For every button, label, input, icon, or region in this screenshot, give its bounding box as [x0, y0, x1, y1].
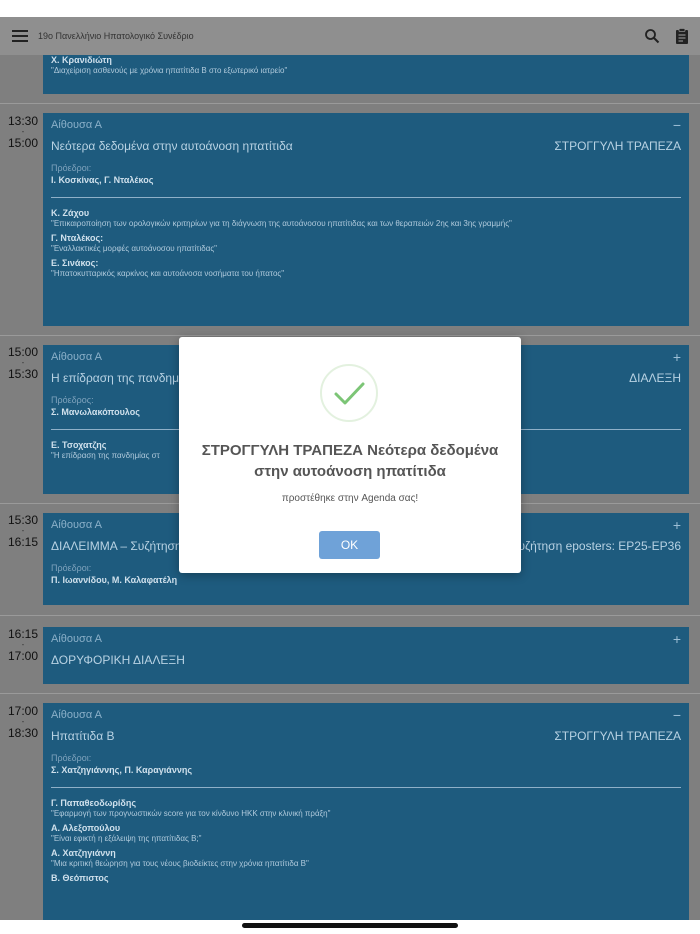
session-type: ΣΤΡΟΓΓΥΛΗ ΤΡΑΠΕΖΑ	[554, 139, 681, 153]
room-label: Αίθουσα Α	[51, 633, 102, 645]
chair-names: Σ. Χατζηγιάννης, Π. Καραγιάννης	[51, 765, 193, 775]
talk-title: "Ηπατοκυτταρικός καρκίνος και αυτοάνοσα …	[51, 269, 285, 278]
divider	[0, 615, 700, 616]
session-type: ΔΙΑΛΕΞΗ	[629, 371, 681, 385]
session-card[interactable]: Αίθουσα Α − Ηπατίτιδα Β ΣΤΡΟΓΓΥΛΗ ΤΡΑΠΕΖΑ…	[43, 703, 689, 920]
talk-title: "Μια κριτική θεώρηση για τους νέους βιοδ…	[51, 859, 309, 868]
speaker-name: Α. Χατζηγιάννη	[51, 848, 116, 858]
app-title: 19ο Πανελλήνιο Ηπατολογικό Συνέδριο	[38, 31, 194, 41]
session-card[interactable]: Αίθουσα Α − Νεότερα δεδομένα στην αυτοάν…	[43, 113, 689, 326]
confirmation-dialog: ΣΤΡΟΓΓΥΛΗ ΤΡΑΠΕΖΑ Νεότερα δεδομένα στην …	[179, 337, 521, 573]
speaker-name: Α. Αλεξοπούλου	[51, 823, 121, 833]
speaker-name: Ε. Σινάκος:	[51, 258, 99, 268]
chair-names: Π. Ιωαννίδου, Μ. Καλαφατέλη	[51, 575, 178, 585]
expand-toggle[interactable]: +	[673, 517, 681, 533]
talk-title: "Επικαιροποίηση των ορολογικών κριτηρίων…	[51, 219, 512, 228]
room-label: Αίθουσα Α	[51, 119, 102, 131]
menu-icon[interactable]	[12, 30, 28, 42]
ok-button[interactable]: OK	[319, 531, 380, 559]
session-card[interactable]: Χ. Κρανιδιώτη "Διαχείριση ασθενούς με χρ…	[43, 55, 689, 94]
session-card[interactable]: Αίθουσα Α + ΔΟΡΥΦΟΡΙΚΗ ΔΙΑΛΕΞΗ	[43, 627, 689, 684]
chair-label: Πρόεδροι:	[51, 163, 92, 173]
session-time: 15:00-15:30	[7, 345, 39, 381]
expand-toggle[interactable]: +	[673, 631, 681, 647]
collapse-toggle[interactable]: −	[673, 117, 681, 133]
chair-label: Πρόεδροι:	[51, 753, 92, 763]
dialog-title: ΣΤΡΟΓΓΥΛΗ ΤΡΑΠΕΖΑ Νεότερα δεδομένα στην …	[201, 442, 499, 480]
room-label: Αίθουσα Α	[51, 709, 102, 721]
session-time: 16:15-17:00	[7, 627, 39, 663]
divider	[0, 693, 700, 694]
expand-toggle[interactable]: +	[673, 349, 681, 365]
speaker-name: Γ. Νταλέκος:	[51, 233, 104, 243]
status-bar	[0, 0, 700, 17]
talk-title: "Διαχείριση ασθενούς με χρόνια ηπατίτιδα…	[51, 66, 288, 75]
talk-title: "Εναλλακτικές μορφές αυτοάνοσου ηπατίτιδ…	[51, 244, 218, 253]
divider	[0, 103, 700, 104]
app-bar: 19ο Πανελλήνιο Ηπατολογικό Συνέδριο	[0, 17, 700, 55]
speaker-name: Χ. Κρανιδιώτη	[51, 55, 112, 65]
check-icon	[320, 364, 378, 422]
session-title: ΔΟΡΥΦΟΡΙΚΗ ΔΙΑΛΕΞΗ	[51, 653, 185, 667]
home-indicator[interactable]	[242, 923, 458, 928]
talk-title: "Είναι εφικτή η εξάλειψη της ηπατίτιδας …	[51, 834, 202, 843]
search-icon[interactable]	[640, 24, 664, 48]
session-title: Ηπατίτιδα Β ΣΤΡΟΓΓΥΛΗ ΤΡΑΠΕΖΑ	[51, 729, 681, 743]
session-time: 15:30-16:15	[7, 513, 39, 549]
dialog-message: προστέθηκε στην Agenda σας!	[281, 493, 419, 504]
session-time: 17:00-18:30	[7, 704, 39, 740]
session-type: ΣΤΡΟΓΓΥΛΗ ΤΡΑΠΕΖΑ	[554, 729, 681, 743]
divider	[0, 335, 700, 336]
collapse-toggle[interactable]: −	[673, 707, 681, 723]
session-type: Συζήτηση eposters: EP25-EP36	[511, 539, 681, 553]
session-time: 13:30-15:00	[7, 114, 39, 150]
talk-title: "Εφαρμογή των προγνωστικών score για τον…	[51, 809, 331, 818]
divider	[51, 787, 681, 788]
clipboard-icon[interactable]	[670, 24, 694, 48]
speaker-name: Γ. Παπαθεοδωρίδης	[51, 798, 137, 808]
speaker-name: Κ. Ζάχου	[51, 208, 90, 218]
chair-names: Ι. Κοσκίνας, Γ. Νταλέκος	[51, 175, 154, 185]
speaker-name: Β. Θεόπιστος	[51, 873, 109, 883]
divider	[51, 197, 681, 198]
session-title: Νεότερα δεδομένα στην αυτοάνοση ηπατίτιδ…	[51, 139, 681, 153]
